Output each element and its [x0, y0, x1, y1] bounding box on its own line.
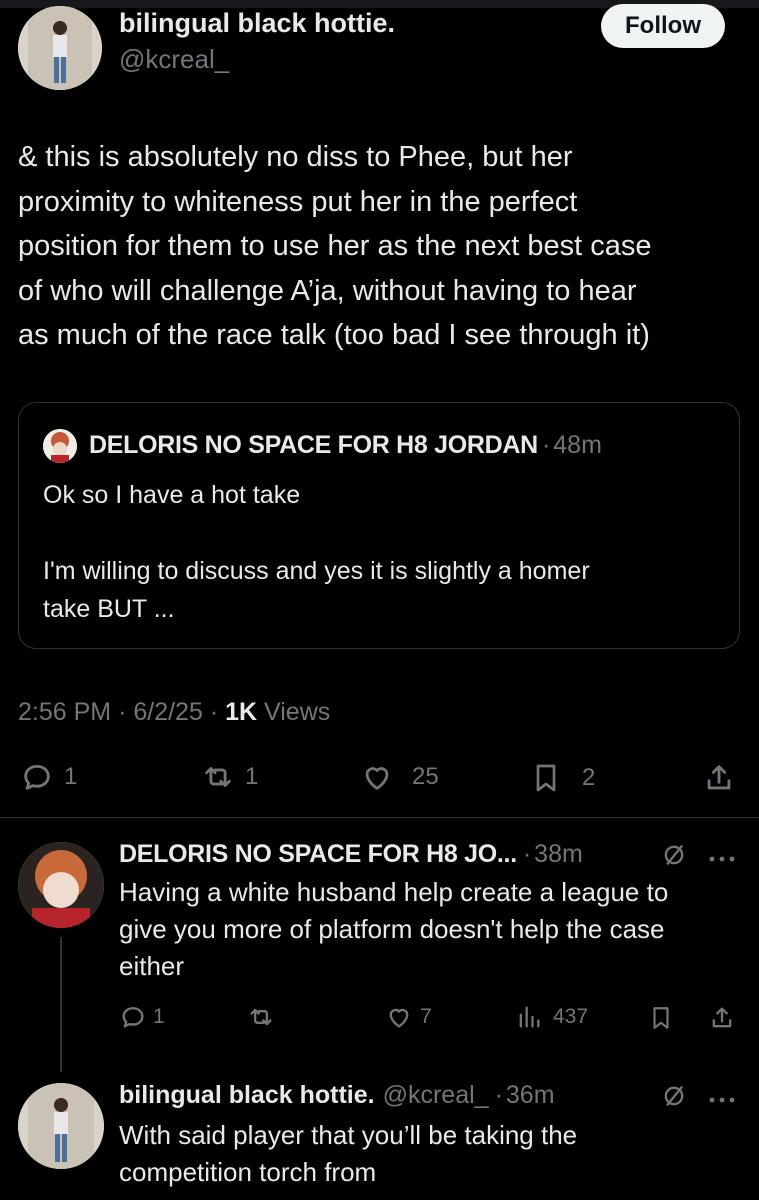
reply2-more-button[interactable] [708, 1091, 736, 1109]
reply2-author-handle[interactable]: @kcreal_ [383, 1081, 489, 1109]
reply-bookmark-button[interactable] [648, 1003, 674, 1033]
reply-icon [24, 764, 50, 790]
reply2-author-name[interactable]: bilingual black hottie. [119, 1081, 375, 1109]
views-icon [519, 1006, 540, 1028]
reply2-time[interactable]: 36m [506, 1081, 555, 1109]
reply2-text-line: With said player that you’ll be taking t… [119, 1120, 578, 1150]
bookmark-icon [653, 1007, 669, 1029]
reply2-text: With said player that you’ll be taking t… [119, 1117, 739, 1191]
reply2-header: bilingual black hottie. @kcreal_ · 36m [119, 1081, 555, 1110]
reply-reply-count: 1 [153, 1005, 165, 1028]
reply-time[interactable]: 38m [534, 840, 583, 868]
quoted-tweet[interactable]: DELORIS NO SPACE FOR H8 JORDAN · 48m Ok so… [18, 402, 740, 649]
reply2-grok-button[interactable] [660, 1081, 688, 1116]
like-button[interactable]: 25 [358, 760, 439, 794]
quote-time[interactable]: 48m [553, 431, 602, 459]
retweet-count: 1 [245, 763, 259, 790]
reply2-author-avatar[interactable] [18, 1083, 104, 1169]
reply-like-count: 7 [420, 1005, 432, 1028]
reply-button[interactable]: 1 [20, 760, 77, 794]
tweet-text: & this is absolutely no diss to Phee, bu… [18, 135, 748, 358]
bookmark-count: 2 [582, 764, 596, 791]
reply-count: 1 [64, 763, 78, 790]
bookmark-button[interactable]: 2 [530, 760, 595, 796]
like-icon [365, 767, 389, 790]
quote-text-line: I'm willing to discuss and yes it is sli… [43, 557, 590, 585]
grok-icon [664, 844, 684, 866]
retweet-icon [205, 767, 231, 787]
reply-author-name[interactable]: DELORIS NO SPACE FOR H8 JO... [119, 840, 517, 868]
reply-text-line: give you more of platform doesn't help t… [119, 914, 665, 944]
tweet-date[interactable]: 6/2/25 [133, 698, 203, 726]
more-icon [709, 856, 735, 862]
like-count: 25 [412, 763, 439, 790]
reply-share-button[interactable] [708, 1003, 736, 1033]
reply-like-button[interactable]: 7 [384, 1003, 432, 1031]
more-button[interactable] [708, 850, 736, 868]
divider [0, 817, 759, 818]
share-icon [712, 1007, 732, 1028]
author-name[interactable]: bilingual black hottie. [119, 8, 395, 39]
tweet-text-line: of who will challenge A’ja, without havi… [18, 274, 637, 307]
reply-icon [122, 1007, 144, 1028]
follow-button[interactable]: Follow [601, 4, 725, 48]
reply-avatar-image [18, 842, 104, 928]
quote-author-name[interactable]: DELORIS NO SPACE FOR H8 JORDAN [89, 431, 538, 459]
views-label: Views [264, 698, 331, 726]
tweet-time[interactable]: 2:56 PM [18, 698, 111, 726]
reply2-text-line: competition torch from [119, 1157, 377, 1187]
bookmark-icon [536, 764, 556, 792]
quote-avatar-image [43, 429, 77, 463]
quote-author-avatar[interactable] [43, 429, 77, 463]
views-count: 1K [225, 698, 258, 726]
meta-separator: · [209, 698, 219, 726]
reply-views-count: 437 [553, 1005, 589, 1028]
thread-line [60, 937, 62, 1072]
retweet-icon [250, 1008, 272, 1026]
reply-text: Having a white husband help create a lea… [119, 874, 744, 985]
tweet-text-line: proximity to whiteness put her in the pe… [18, 185, 578, 218]
reply-reply-button[interactable]: 1 [119, 1003, 165, 1031]
author-avatar[interactable] [18, 6, 102, 90]
share-icon [707, 765, 731, 790]
quote-text-line: take BUT ... [43, 595, 175, 623]
reply-retweet-button[interactable] [246, 1003, 276, 1031]
meta-separator: · [118, 698, 127, 726]
author-avatar-image [18, 6, 102, 90]
reply-text-line: either [119, 951, 185, 981]
grok-icon [664, 1085, 684, 1107]
tweet-meta: 2:56 PM · 6/2/25 · 1K Views [18, 698, 330, 727]
like-icon [389, 1008, 409, 1028]
author-handle[interactable]: @kcreal_ [119, 44, 229, 75]
reply-text-line: Having a white husband help create a lea… [119, 877, 669, 907]
quote-separator: · [541, 431, 551, 459]
reply-author-avatar[interactable] [18, 842, 104, 928]
reply-separator: · [522, 840, 532, 868]
tweet-text-line: as much of the race talk (too bad I see … [18, 319, 650, 351]
retweet-button[interactable]: 1 [200, 760, 258, 794]
quote-header: DELORIS NO SPACE FOR H8 JORDAN · 48m [89, 431, 602, 460]
share-button[interactable] [702, 760, 736, 796]
tweet-text-line: & this is absolutely no diss to Phee, bu… [18, 141, 573, 173]
reply2-separator: · [494, 1081, 503, 1109]
grok-button[interactable] [660, 840, 688, 875]
reply2-avatar-image [18, 1083, 104, 1169]
quote-text-line: Ok so I have a hot take [43, 481, 301, 509]
tweet-text-line: position for them to use her as the next… [18, 230, 652, 262]
more-icon [709, 1097, 735, 1103]
reply-views-button[interactable]: 437 [515, 1003, 588, 1031]
reply-header: DELORIS NO SPACE FOR H8 JO... · 38m [119, 840, 583, 869]
